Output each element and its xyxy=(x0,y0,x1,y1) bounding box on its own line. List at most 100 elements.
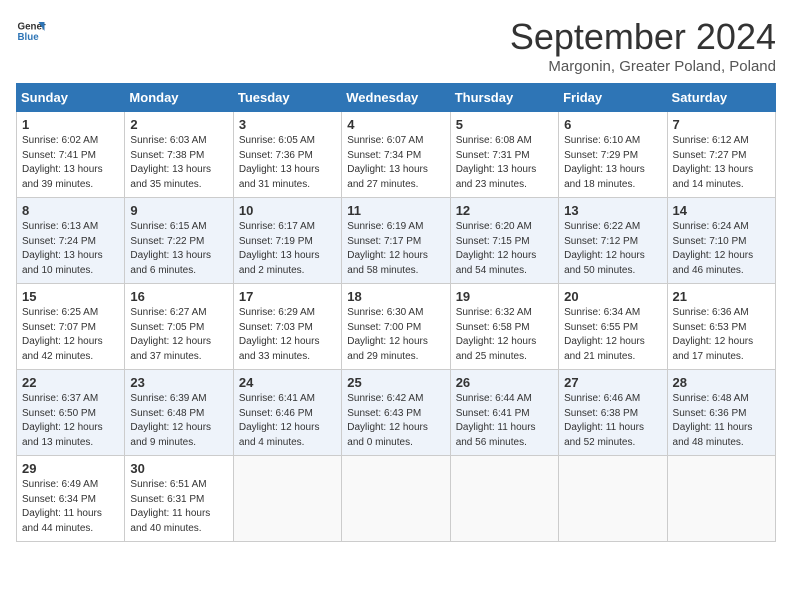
weekday-header-row: SundayMondayTuesdayWednesdayThursdayFrid… xyxy=(17,84,776,112)
day-number: 2 xyxy=(130,117,227,132)
day-info: Sunrise: 6:22 AM Sunset: 7:12 PM Dayligh… xyxy=(564,220,661,278)
calendar-cell: 17 Sunrise: 6:29 AM Sunset: 7:03 PM Dayli… xyxy=(233,284,341,370)
calendar-cell: 16 Sunrise: 6:27 AM Sunset: 7:05 PM Dayli… xyxy=(125,284,233,370)
calendar-week-4: 22Sunrise: 6:37 AM Sunset: 6:50 PM Dayli… xyxy=(17,370,776,456)
day-number: 16 xyxy=(130,289,227,304)
calendar-cell xyxy=(450,456,558,542)
calendar-cell: 24 Sunrise: 6:41 AM Sunset: 6:46 PM Dayli… xyxy=(233,370,341,456)
day-number: 4 xyxy=(347,117,444,132)
weekday-header-saturday: Saturday xyxy=(667,84,775,112)
calendar-cell: 22Sunrise: 6:37 AM Sunset: 6:50 PM Dayli… xyxy=(17,370,125,456)
calendar-week-1: 1 Sunrise: 6:02 AM Sunset: 7:41 PM Daylig… xyxy=(17,112,776,198)
day-info: Sunrise: 6:20 AM Sunset: 7:15 PM Dayligh… xyxy=(456,220,553,278)
day-info: Sunrise: 6:42 AM Sunset: 6:43 PM Dayligh… xyxy=(347,392,444,450)
day-number: 13 xyxy=(564,203,661,218)
calendar-cell: 13 Sunrise: 6:22 AM Sunset: 7:12 PM Dayli… xyxy=(559,198,667,284)
day-number: 5 xyxy=(456,117,553,132)
calendar-cell: 10 Sunrise: 6:17 AM Sunset: 7:19 PM Dayli… xyxy=(233,198,341,284)
day-number: 15 xyxy=(22,289,119,304)
day-info: Sunrise: 6:27 AM Sunset: 7:05 PM Dayligh… xyxy=(130,306,227,364)
day-info: Sunrise: 6:36 AM Sunset: 6:53 PM Dayligh… xyxy=(673,306,770,364)
day-number: 19 xyxy=(456,289,553,304)
day-info: Sunrise: 6:49 AM Sunset: 6:34 PM Dayligh… xyxy=(22,478,119,536)
calendar-cell: 27Sunrise: 6:46 AM Sunset: 6:38 PM Dayli… xyxy=(559,370,667,456)
day-number: 8 xyxy=(22,203,119,218)
day-info: Sunrise: 6:02 AM Sunset: 7:41 PM Dayligh… xyxy=(22,134,119,192)
calendar-cell: 25 Sunrise: 6:42 AM Sunset: 6:43 PM Dayli… xyxy=(342,370,450,456)
calendar-cell: 18 Sunrise: 6:30 AM Sunset: 7:00 PM Dayli… xyxy=(342,284,450,370)
day-number: 6 xyxy=(564,117,661,132)
day-number: 23 xyxy=(130,375,227,390)
day-number: 21 xyxy=(673,289,770,304)
month-title: September 2024 xyxy=(510,16,776,58)
calendar-table: SundayMondayTuesdayWednesdayThursdayFrid… xyxy=(16,83,776,542)
day-number: 29 xyxy=(22,461,119,476)
day-info: Sunrise: 6:32 AM Sunset: 6:58 PM Dayligh… xyxy=(456,306,553,364)
page-header: General Blue September 2024 Margonin, Gr… xyxy=(16,16,776,75)
day-number: 14 xyxy=(673,203,770,218)
day-info: Sunrise: 6:10 AM Sunset: 7:29 PM Dayligh… xyxy=(564,134,661,192)
calendar-cell: 23 Sunrise: 6:39 AM Sunset: 6:48 PM Dayli… xyxy=(125,370,233,456)
calendar-cell: 7Sunrise: 6:12 AM Sunset: 7:27 PM Daylig… xyxy=(667,112,775,198)
calendar-cell: 12Sunrise: 6:20 AM Sunset: 7:15 PM Dayli… xyxy=(450,198,558,284)
calendar-cell: 19 Sunrise: 6:32 AM Sunset: 6:58 PM Dayli… xyxy=(450,284,558,370)
logo-icon: General Blue xyxy=(16,16,46,46)
weekday-header-wednesday: Wednesday xyxy=(342,84,450,112)
day-info: Sunrise: 6:39 AM Sunset: 6:48 PM Dayligh… xyxy=(130,392,227,450)
calendar-cell xyxy=(342,456,450,542)
calendar-cell: 11Sunrise: 6:19 AM Sunset: 7:17 PM Dayli… xyxy=(342,198,450,284)
calendar-cell: 2 Sunrise: 6:03 AM Sunset: 7:38 PM Daylig… xyxy=(125,112,233,198)
day-info: Sunrise: 6:25 AM Sunset: 7:07 PM Dayligh… xyxy=(22,306,119,364)
day-number: 30 xyxy=(130,461,227,476)
weekday-header-tuesday: Tuesday xyxy=(233,84,341,112)
title-block: September 2024 Margonin, Greater Poland,… xyxy=(510,16,776,75)
calendar-cell: 26 Sunrise: 6:44 AM Sunset: 6:41 PM Dayli… xyxy=(450,370,558,456)
day-number: 24 xyxy=(239,375,336,390)
calendar-cell: 28Sunrise: 6:48 AM Sunset: 6:36 PM Dayli… xyxy=(667,370,775,456)
calendar-cell xyxy=(667,456,775,542)
day-number: 27 xyxy=(564,375,661,390)
day-info: Sunrise: 6:08 AM Sunset: 7:31 PM Dayligh… xyxy=(456,134,553,192)
calendar-cell: 29 Sunrise: 6:49 AM Sunset: 6:34 PM Dayli… xyxy=(17,456,125,542)
day-number: 17 xyxy=(239,289,336,304)
calendar-week-5: 29 Sunrise: 6:49 AM Sunset: 6:34 PM Dayli… xyxy=(17,456,776,542)
weekday-header-monday: Monday xyxy=(125,84,233,112)
calendar-cell xyxy=(233,456,341,542)
logo: General Blue xyxy=(16,16,46,46)
calendar-cell: 21 Sunrise: 6:36 AM Sunset: 6:53 PM Dayli… xyxy=(667,284,775,370)
day-info: Sunrise: 6:51 AM Sunset: 6:31 PM Dayligh… xyxy=(130,478,227,536)
day-info: Sunrise: 6:34 AM Sunset: 6:55 PM Dayligh… xyxy=(564,306,661,364)
day-number: 1 xyxy=(22,117,119,132)
day-info: Sunrise: 6:44 AM Sunset: 6:41 PM Dayligh… xyxy=(456,392,553,450)
day-number: 20 xyxy=(564,289,661,304)
weekday-header-sunday: Sunday xyxy=(17,84,125,112)
day-number: 28 xyxy=(673,375,770,390)
day-info: Sunrise: 6:12 AM Sunset: 7:27 PM Dayligh… xyxy=(673,134,770,192)
day-info: Sunrise: 6:19 AM Sunset: 7:17 PM Dayligh… xyxy=(347,220,444,278)
calendar-cell: 15 Sunrise: 6:25 AM Sunset: 7:07 PM Dayli… xyxy=(17,284,125,370)
calendar-cell: 5 Sunrise: 6:08 AM Sunset: 7:31 PM Daylig… xyxy=(450,112,558,198)
day-number: 25 xyxy=(347,375,444,390)
day-number: 26 xyxy=(456,375,553,390)
day-info: Sunrise: 6:41 AM Sunset: 6:46 PM Dayligh… xyxy=(239,392,336,450)
location-subtitle: Margonin, Greater Poland, Poland xyxy=(510,58,776,75)
weekday-header-thursday: Thursday xyxy=(450,84,558,112)
day-info: Sunrise: 6:29 AM Sunset: 7:03 PM Dayligh… xyxy=(239,306,336,364)
day-number: 18 xyxy=(347,289,444,304)
day-info: Sunrise: 6:24 AM Sunset: 7:10 PM Dayligh… xyxy=(673,220,770,278)
svg-text:Blue: Blue xyxy=(18,32,40,43)
day-info: Sunrise: 6:17 AM Sunset: 7:19 PM Dayligh… xyxy=(239,220,336,278)
calendar-cell: 30 Sunrise: 6:51 AM Sunset: 6:31 PM Dayli… xyxy=(125,456,233,542)
day-info: Sunrise: 6:30 AM Sunset: 7:00 PM Dayligh… xyxy=(347,306,444,364)
calendar-cell: 20 Sunrise: 6:34 AM Sunset: 6:55 PM Dayli… xyxy=(559,284,667,370)
day-info: Sunrise: 6:15 AM Sunset: 7:22 PM Dayligh… xyxy=(130,220,227,278)
weekday-header-friday: Friday xyxy=(559,84,667,112)
calendar-cell: 14 Sunrise: 6:24 AM Sunset: 7:10 PM Dayli… xyxy=(667,198,775,284)
calendar-cell xyxy=(559,456,667,542)
calendar-week-3: 15 Sunrise: 6:25 AM Sunset: 7:07 PM Dayli… xyxy=(17,284,776,370)
calendar-cell: 4Sunrise: 6:07 AM Sunset: 7:34 PM Daylig… xyxy=(342,112,450,198)
calendar-cell: 9Sunrise: 6:15 AM Sunset: 7:22 PM Daylig… xyxy=(125,198,233,284)
calendar-cell: 8Sunrise: 6:13 AM Sunset: 7:24 PM Daylig… xyxy=(17,198,125,284)
day-info: Sunrise: 6:03 AM Sunset: 7:38 PM Dayligh… xyxy=(130,134,227,192)
day-number: 10 xyxy=(239,203,336,218)
